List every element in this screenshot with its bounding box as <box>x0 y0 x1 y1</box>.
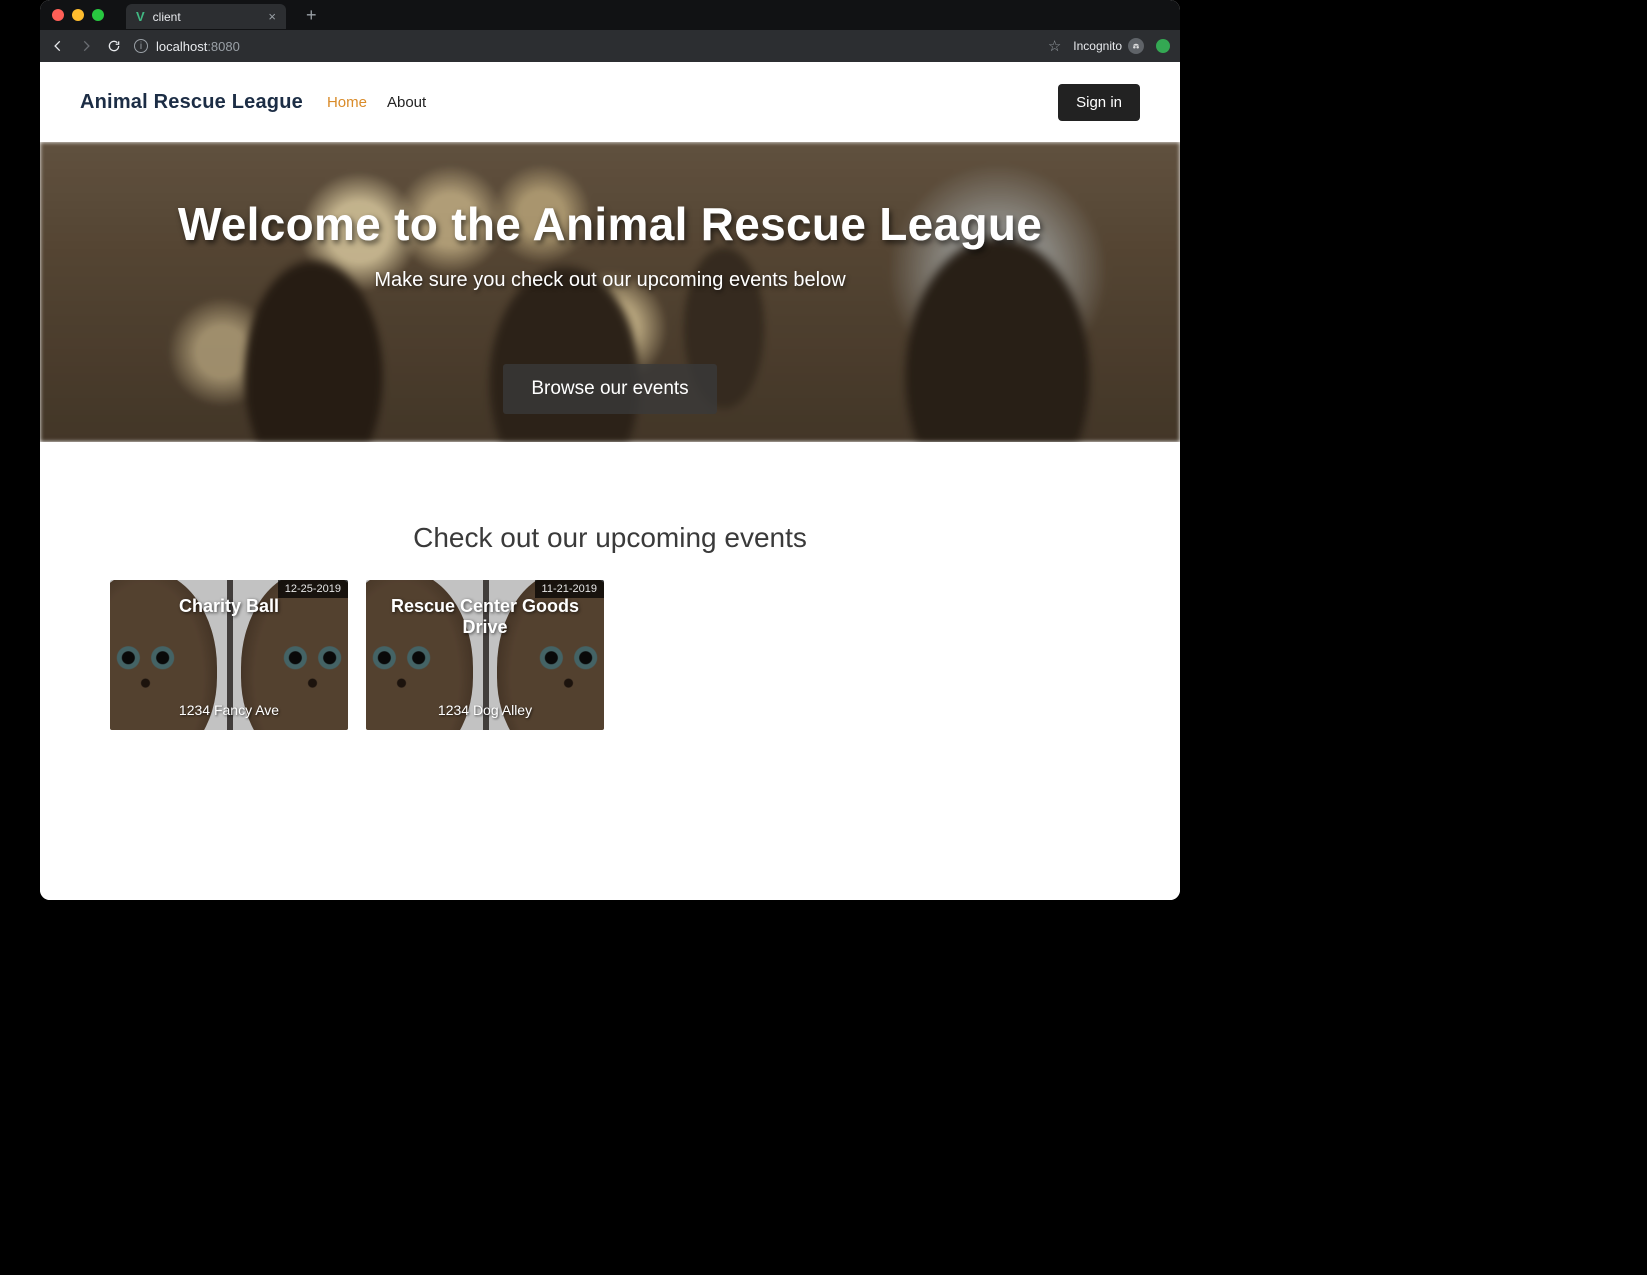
window-titlebar: V client × + <box>40 0 1180 30</box>
vue-favicon-icon: V <box>136 10 145 23</box>
event-card[interactable]: 11-21-2019 Rescue Center Goods Drive 123… <box>366 580 604 730</box>
forward-icon[interactable] <box>78 39 94 53</box>
minimize-window-icon[interactable] <box>72 9 84 21</box>
fullscreen-window-icon[interactable] <box>92 9 104 21</box>
event-card-list: 12-25-2019 Charity Ball 1234 Fancy Ave 1… <box>110 580 1110 730</box>
browser-toolbar: i localhost:8080 ☆ Incognito <box>40 30 1180 62</box>
tab-title: client <box>153 10 181 24</box>
site-info-icon[interactable]: i <box>134 39 148 53</box>
nav-link-home[interactable]: Home <box>327 94 367 111</box>
bookmark-icon[interactable]: ☆ <box>1048 37 1061 55</box>
event-location: 1234 Fancy Ave <box>179 702 279 718</box>
url-host: localhost <box>156 39 207 54</box>
events-heading: Check out our upcoming events <box>110 522 1110 554</box>
event-title: Rescue Center Goods Drive <box>390 596 580 638</box>
hero-subheading: Make sure you check out our upcoming eve… <box>374 269 845 292</box>
event-card[interactable]: 12-25-2019 Charity Ball 1234 Fancy Ave <box>110 580 348 730</box>
incognito-label: Incognito <box>1073 39 1122 53</box>
incognito-indicator: Incognito <box>1073 38 1144 54</box>
url-text: localhost:8080 <box>156 39 240 54</box>
hero-heading: Welcome to the Animal Rescue League <box>178 197 1042 251</box>
browser-tab[interactable]: V client × <box>126 4 286 29</box>
close-window-icon[interactable] <box>52 9 64 21</box>
browse-events-button[interactable]: Browse our events <box>503 364 716 414</box>
sign-in-button[interactable]: Sign in <box>1058 84 1140 121</box>
url-port: :8080 <box>207 39 240 54</box>
nav-links: Home About <box>327 94 426 111</box>
browser-window: V client × + i localhost:8080 <box>40 0 1180 900</box>
back-icon[interactable] <box>50 39 66 53</box>
close-tab-icon[interactable]: × <box>268 10 276 23</box>
event-date-badge: 12-25-2019 <box>278 580 348 598</box>
reload-icon[interactable] <box>106 39 122 53</box>
page-viewport: Animal Rescue League Home About Sign in … <box>40 62 1180 900</box>
new-tab-icon[interactable]: + <box>306 6 317 24</box>
extension-icon[interactable] <box>1156 39 1170 53</box>
traffic-lights <box>52 9 104 21</box>
address-bar[interactable]: i localhost:8080 <box>134 39 1036 54</box>
site-header: Animal Rescue League Home About Sign in <box>40 62 1180 142</box>
event-location: 1234 Dog Alley <box>438 702 532 718</box>
brand-logo[interactable]: Animal Rescue League <box>80 91 303 114</box>
incognito-icon <box>1128 38 1144 54</box>
hero: Welcome to the Animal Rescue League Make… <box>40 142 1180 442</box>
events-section: Check out our upcoming events 12-25-2019… <box>40 442 1180 770</box>
event-title: Charity Ball <box>179 596 279 617</box>
nav-link-about[interactable]: About <box>387 94 426 111</box>
